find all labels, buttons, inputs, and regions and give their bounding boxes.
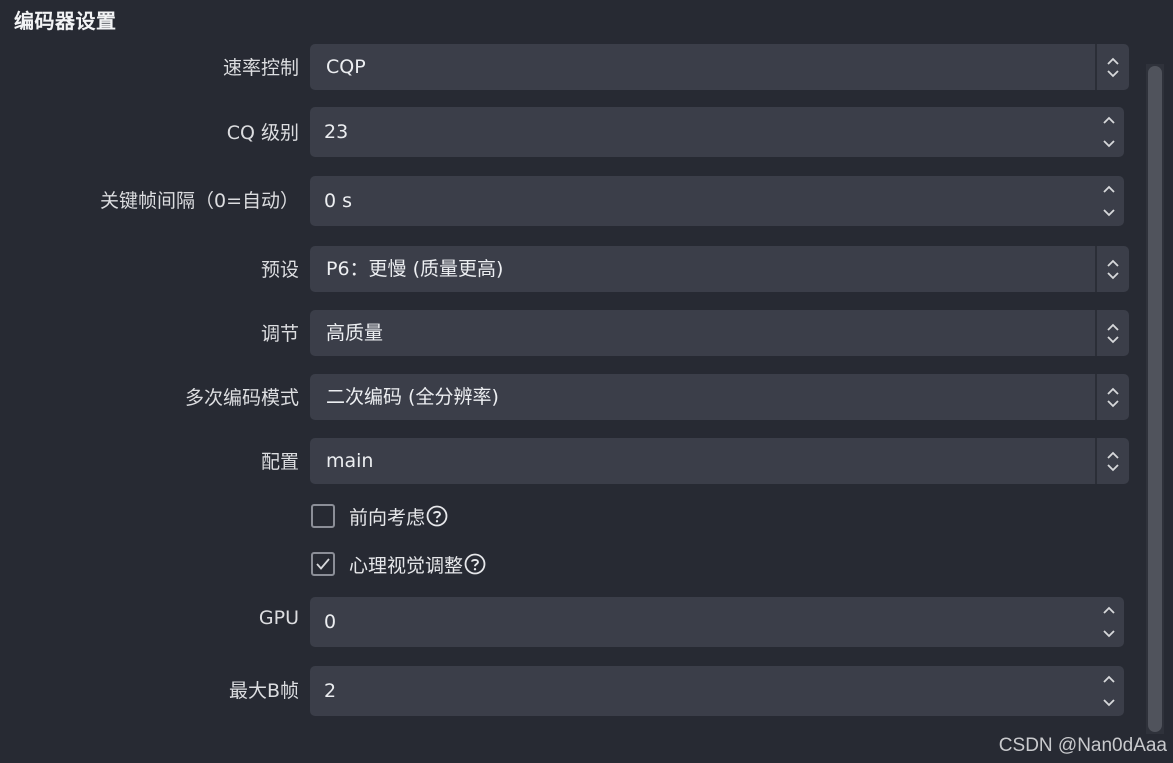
spin-arrows-icon[interactable] (1094, 597, 1124, 647)
watermark: CSDN @Nan0dAaa (998, 735, 1167, 756)
updown-chevron-icon[interactable] (1097, 374, 1129, 420)
profile-select[interactable]: main (310, 438, 1129, 484)
keyframe-interval-label: 关键帧间隔（0=自动） (99, 190, 299, 212)
spin-arrows-icon[interactable] (1094, 666, 1124, 716)
gpu-value: 0 (324, 611, 337, 633)
multipass-label: 多次编码模式 (184, 387, 299, 409)
section-title: 编码器设置 (14, 9, 117, 33)
lookahead-option[interactable]: 前向考虑 (311, 501, 448, 531)
updown-chevron-icon[interactable] (1097, 438, 1129, 484)
rate-control-value: CQP (326, 56, 366, 78)
tuning-value: 高质量 (326, 322, 384, 344)
profile-label: 配置 (260, 451, 299, 473)
gpu-spinbox[interactable]: 0 (310, 597, 1124, 647)
psycho-visual-label: 心理视觉调整 (349, 554, 464, 577)
checkmark-icon (316, 558, 330, 570)
tuning-label: 调节 (260, 323, 299, 345)
help-icon[interactable] (426, 505, 448, 527)
psycho-visual-checkbox[interactable] (311, 552, 335, 576)
spin-arrows-icon[interactable] (1094, 176, 1124, 226)
gpu-label: GPU (258, 607, 299, 629)
lookahead-label: 前向考虑 (349, 506, 426, 529)
keyframe-interval-spinbox[interactable]: 0 s (310, 176, 1124, 226)
cq-level-label: CQ 级别 (226, 122, 299, 144)
preset-select[interactable]: P6：更慢 (质量更高) (310, 246, 1129, 292)
encoder-settings-panel: 编码器设置 速率控制 CQP CQ 级别 23 关键帧间隔（0=自动） 0 s … (0, 0, 1173, 763)
max-bframes-value: 2 (324, 680, 337, 702)
lookahead-checkbox[interactable] (311, 504, 335, 528)
preset-label: 预设 (260, 259, 299, 281)
cq-level-value: 23 (324, 121, 349, 143)
spin-arrows-icon[interactable] (1094, 107, 1124, 157)
profile-value: main (326, 450, 374, 472)
help-icon[interactable] (464, 553, 486, 575)
max-bframes-label: 最大B帧 (228, 680, 299, 702)
multipass-select[interactable]: 二次编码 (全分辨率) (310, 374, 1129, 420)
rate-control-select[interactable]: CQP (310, 44, 1129, 90)
rate-control-label: 速率控制 (222, 57, 299, 79)
tuning-select[interactable]: 高质量 (310, 310, 1129, 356)
keyframe-interval-value: 0 s (324, 190, 353, 212)
scrollbar-thumb[interactable] (1148, 66, 1162, 732)
preset-value: P6：更慢 (质量更高) (326, 258, 504, 280)
updown-chevron-icon[interactable] (1097, 310, 1129, 356)
updown-chevron-icon[interactable] (1097, 246, 1129, 292)
max-bframes-spinbox[interactable]: 2 (310, 666, 1124, 716)
updown-chevron-icon[interactable] (1097, 44, 1129, 90)
psycho-visual-option[interactable]: 心理视觉调整 (311, 549, 486, 579)
cq-level-spinbox[interactable]: 23 (310, 107, 1124, 157)
multipass-value: 二次编码 (全分辨率) (326, 386, 499, 408)
